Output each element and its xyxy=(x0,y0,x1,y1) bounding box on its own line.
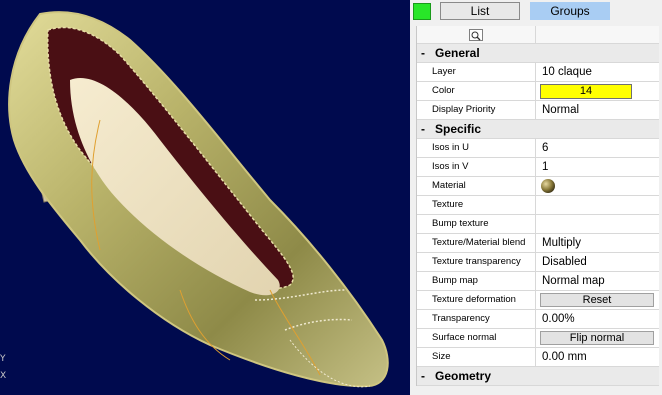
bump-texture-value[interactable] xyxy=(536,215,659,233)
texture-transparency-value[interactable]: Disabled xyxy=(536,253,659,271)
section-title: Geometry xyxy=(435,369,492,383)
section-title: Specific xyxy=(435,122,482,136)
property-row-transparency: Transparency 0.00% xyxy=(417,310,659,329)
tab-list[interactable]: List xyxy=(440,2,520,20)
property-label: Texture deformation xyxy=(417,291,536,309)
material-sphere-icon[interactable] xyxy=(540,178,556,194)
property-row-material: Material xyxy=(417,177,659,196)
collapse-toggle[interactable]: - xyxy=(421,367,435,385)
property-row-layer: Layer 10 claque xyxy=(417,63,659,82)
property-label: Layer xyxy=(417,63,536,81)
flip-normal-button[interactable]: Flip normal xyxy=(540,331,654,345)
texture-value[interactable] xyxy=(536,196,659,214)
property-label: Texture xyxy=(417,196,536,214)
axis-x-label: X xyxy=(0,371,7,381)
isos-u-value[interactable]: 6 xyxy=(536,139,659,157)
property-row-isos-u: Isos in U 6 xyxy=(417,139,659,158)
property-label: Bump texture xyxy=(417,215,536,233)
grid-header xyxy=(417,26,659,44)
property-row-texture: Texture xyxy=(417,196,659,215)
property-row-color: Color 14 xyxy=(417,82,659,101)
property-row-bump-texture: Bump texture xyxy=(417,215,659,234)
property-label: Material xyxy=(417,177,536,195)
shoe-model xyxy=(8,11,389,388)
collapse-toggle[interactable]: - xyxy=(421,120,435,138)
section-general[interactable]: - General xyxy=(417,44,659,63)
tab-groups[interactable]: Groups xyxy=(530,2,610,20)
property-label: Surface normal xyxy=(417,329,536,347)
display-priority-value[interactable]: Normal xyxy=(536,101,659,119)
transparency-value[interactable]: 0.00% xyxy=(536,310,659,328)
section-specific[interactable]: - Specific xyxy=(417,120,659,139)
property-row-surface-normal: Surface normal Flip normal xyxy=(417,329,659,348)
bump-map-value[interactable]: Normal map xyxy=(536,272,659,290)
3d-viewport[interactable]: Y X xyxy=(0,0,410,395)
property-row-texture-blend: Texture/Material blend Multiply xyxy=(417,234,659,253)
collapse-toggle[interactable]: - xyxy=(421,44,435,62)
property-row-texture-transparency: Texture transparency Disabled xyxy=(417,253,659,272)
properties-panel: List Groups - General Layer 10 claque Col… xyxy=(410,0,662,395)
section-title: General xyxy=(435,46,480,60)
property-row-texture-deformation: Texture deformation Reset xyxy=(417,291,659,310)
property-row-isos-v: Isos in V 1 xyxy=(417,158,659,177)
property-label: Color xyxy=(417,82,536,100)
isos-v-value[interactable]: 1 xyxy=(536,158,659,176)
property-label: Isos in V xyxy=(417,158,536,176)
reset-button[interactable]: Reset xyxy=(540,293,654,307)
property-label: Display Priority xyxy=(417,101,536,119)
color-value-swatch[interactable]: 14 xyxy=(540,84,632,99)
property-grid: - General Layer 10 claque Color 14 Displa… xyxy=(416,26,659,386)
property-label: Texture transparency xyxy=(417,253,536,271)
property-label: Bump map xyxy=(417,272,536,290)
property-label: Texture/Material blend xyxy=(417,234,536,252)
size-value[interactable]: 0.00 mm xyxy=(536,348,659,366)
property-label: Size xyxy=(417,348,536,366)
status-indicator xyxy=(413,3,431,20)
property-label: Transparency xyxy=(417,310,536,328)
texture-blend-value[interactable]: Multiply xyxy=(536,234,659,252)
section-geometry[interactable]: - Geometry xyxy=(417,367,659,386)
property-row-size: Size 0.00 mm xyxy=(417,348,659,367)
property-row-bump-map: Bump map Normal map xyxy=(417,272,659,291)
property-label: Isos in U xyxy=(417,139,536,157)
layer-value[interactable]: 10 claque xyxy=(536,63,659,81)
property-row-display-priority: Display Priority Normal xyxy=(417,101,659,120)
magnifier-icon[interactable] xyxy=(469,29,483,41)
axis-y-label: Y xyxy=(0,354,6,364)
